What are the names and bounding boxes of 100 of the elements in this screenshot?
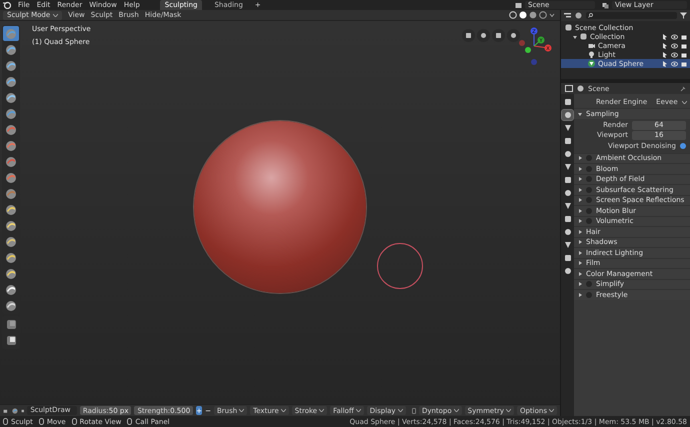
property-tab[interactable]: [562, 175, 573, 185]
display-mode-icon[interactable]: [575, 12, 583, 19]
eye-icon[interactable]: [671, 42, 678, 48]
brush-sphere-icon: [5, 156, 17, 168]
toggle-checkbox[interactable]: [586, 281, 592, 288]
toggle-checkbox[interactable]: [586, 155, 592, 162]
disclosure-triangle-icon[interactable]: [578, 250, 582, 255]
light-bulb-icon: [588, 51, 595, 58]
property-tab[interactable]: [562, 201, 573, 211]
toggle-checkbox[interactable]: [586, 166, 592, 172]
caret-icon: [356, 409, 361, 412]
property-tab[interactable]: [562, 97, 573, 107]
brush-sphere-icon: [5, 44, 17, 56]
mouse-icon: [3, 418, 8, 425]
disclosure-triangle-icon[interactable]: [578, 208, 582, 213]
brush-sphere-icon: [5, 76, 17, 88]
tool-button[interactable]: [3, 58, 19, 73]
disclosure-triangle-icon[interactable]: [578, 198, 582, 202]
property-tab[interactable]: [562, 110, 573, 120]
tool-button[interactable]: [3, 74, 19, 89]
brush-sphere-icon: [5, 268, 17, 280]
scene-icon[interactable]: [515, 2, 522, 8]
toggle-checkbox[interactable]: [586, 197, 592, 204]
disclosure-triangle-icon[interactable]: [578, 230, 582, 234]
tool-button[interactable]: [3, 266, 19, 281]
fake-user-icon[interactable]: [20, 408, 24, 414]
shading-buttons-drawing[interactable]: [509, 11, 557, 19]
tool-button[interactable]: [3, 42, 19, 57]
caret-icon: [548, 409, 554, 412]
mouse-icon: [72, 418, 77, 425]
brush-sphere-icon: [5, 124, 17, 136]
caret-icon: [280, 409, 286, 412]
brush-sphere-icon[interactable]: [12, 406, 18, 416]
property-tab[interactable]: [562, 240, 573, 250]
tool-button[interactable]: [3, 234, 19, 249]
property-tab[interactable]: [562, 136, 573, 146]
eye-icon[interactable]: [671, 52, 678, 58]
disclosure-triangle-icon[interactable]: [578, 272, 582, 276]
eye-icon[interactable]: [671, 60, 678, 66]
disclosure-triangle-icon[interactable]: [578, 240, 582, 244]
disclosure-triangle-icon[interactable]: [578, 188, 582, 192]
caret-icon: [682, 100, 687, 104]
caret-icon: [454, 409, 459, 412]
editor-type-icon[interactable]: [565, 85, 573, 92]
mask-square-icon: [6, 335, 16, 346]
tool-button[interactable]: [3, 282, 19, 297]
search-icon: [588, 13, 593, 18]
brush-sphere-icon: [5, 300, 17, 312]
search-field[interactable]: [586, 12, 677, 19]
disclosure-triangle-icon[interactable]: [573, 34, 577, 38]
tool-button[interactable]: [3, 202, 19, 217]
pin-icon[interactable]: [680, 86, 686, 92]
brush-sphere-icon: [5, 252, 17, 264]
property-tab[interactable]: [562, 214, 573, 224]
toggle-checkbox[interactable]: [586, 208, 592, 214]
disclosure-triangle-icon[interactable]: [578, 166, 582, 171]
property-tab[interactable]: [562, 253, 573, 263]
eye-icon[interactable]: [671, 34, 678, 40]
view-layer-icon[interactable]: [602, 2, 609, 8]
disclosure-triangle-icon[interactable]: [578, 282, 582, 286]
checkbox[interactable]: [680, 142, 686, 148]
disclosure-triangle-icon[interactable]: [578, 261, 582, 266]
brush-sphere-icon: [5, 60, 17, 72]
tool-button[interactable]: [3, 90, 19, 105]
scene-icon: [577, 85, 584, 92]
brush-sphere-icon: [5, 284, 17, 296]
toggle-checkbox[interactable]: [586, 186, 592, 193]
property-tab[interactable]: [562, 188, 573, 198]
collection-icon: [580, 33, 587, 40]
tool-button[interactable]: [3, 298, 19, 313]
disclosure-triangle-icon[interactable]: [578, 156, 582, 160]
brush-sphere-icon: [5, 188, 17, 200]
brush-cursor-ring: [377, 243, 423, 289]
blender-logo-icon[interactable]: [3, 1, 11, 9]
toggle-checkbox[interactable]: [586, 218, 592, 224]
outliner-editor-icon[interactable]: [564, 12, 572, 19]
filter-icon[interactable]: [680, 12, 687, 19]
brush-sphere-icon: [5, 236, 17, 248]
disclosure-triangle-icon[interactable]: [578, 112, 582, 116]
dyntopo-checkbox[interactable]: [412, 408, 416, 414]
property-tab[interactable]: [562, 149, 573, 159]
property-tab[interactable]: [562, 162, 573, 172]
brush-sphere-icon: [5, 28, 17, 40]
disclosure-triangle-icon[interactable]: [578, 219, 582, 224]
caret-icon: [239, 409, 244, 412]
tool-button[interactable]: [3, 250, 19, 265]
brush-sphere-icon: [5, 108, 17, 120]
mask-square-icon: [6, 319, 16, 330]
mouse-icon: [127, 418, 132, 425]
caret-icon: [53, 14, 58, 16]
tool-button[interactable]: [3, 218, 19, 233]
property-tab[interactable]: [562, 266, 573, 276]
disclosure-triangle-icon[interactable]: [578, 177, 582, 182]
property-tab[interactable]: [562, 123, 573, 133]
caret-icon: [319, 409, 324, 412]
property-tab[interactable]: [562, 227, 573, 237]
mouse-icon: [38, 418, 44, 425]
toggle-checkbox[interactable]: [586, 176, 592, 182]
toggle-checkbox[interactable]: [586, 292, 592, 298]
disclosure-triangle-icon[interactable]: [578, 292, 582, 297]
